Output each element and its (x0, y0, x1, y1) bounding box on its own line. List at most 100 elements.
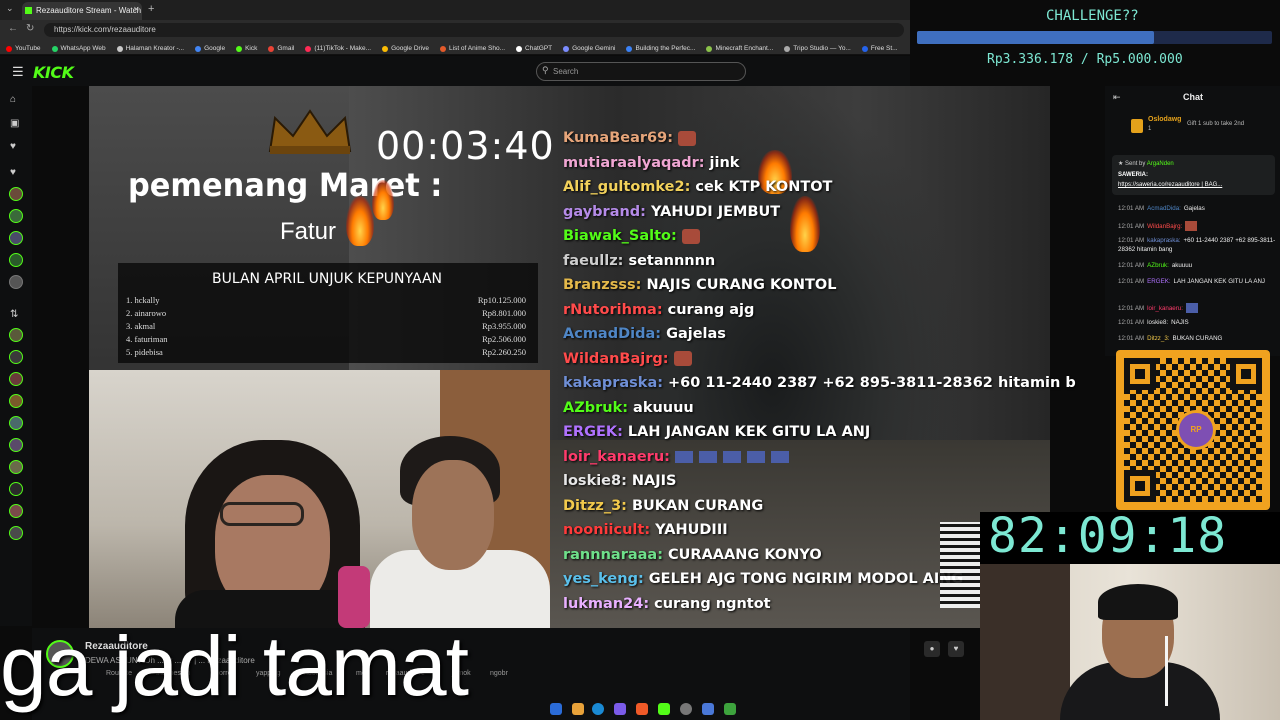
chat-username[interactable]: ERGEK: (1147, 278, 1170, 285)
chat-username[interactable]: Ditzz_3: (1147, 335, 1169, 342)
discord-icon[interactable] (614, 703, 626, 715)
gifter-name[interactable]: Oslodawg (1148, 116, 1181, 123)
tab-search-icon[interactable]: ⌄ (6, 3, 14, 14)
bookmark-favicon-icon (305, 45, 312, 52)
chat-username[interactable]: kakapraska: (1147, 237, 1180, 244)
bookmark-item[interactable]: List of Anime Sho... (434, 40, 510, 54)
chat-username[interactable]: loskie8: (1147, 319, 1168, 326)
new-tab-icon[interactable]: + (148, 3, 154, 15)
overlay-chat-line: KumaBear69: (563, 130, 696, 146)
overlay-chat-user: KumaBear69: (563, 130, 673, 146)
bookmark-item[interactable]: Building the Perfec... (620, 40, 700, 54)
chat-text: LAH JANGAN KEK GITU LA ANJ (1173, 278, 1266, 285)
recommended-channel-avatar[interactable] (9, 526, 23, 540)
overlay-chat-user: Branzsss: (563, 277, 642, 293)
windows-start-icon[interactable] (550, 703, 562, 715)
chat-message[interactable]: 12:01 AM loir_kanaeru: (1118, 303, 1276, 313)
obs-icon[interactable] (680, 703, 692, 715)
back-arrow-icon[interactable]: ← (8, 23, 18, 34)
recommended-channel-avatar[interactable] (9, 350, 23, 364)
bookmark-label: WhatsApp Web (60, 45, 106, 52)
bookmark-item[interactable]: Minecraft Enchant... (700, 40, 778, 54)
tab-close-icon[interactable]: ✕ (133, 5, 140, 14)
leaderboard-amount: Rp8.801.000 (482, 308, 526, 318)
follow-heart-icon[interactable]: ♥ (948, 641, 964, 657)
bookmark-item[interactable]: YouTube (0, 40, 46, 54)
bookmark-item[interactable]: Google Drive (376, 40, 434, 54)
overlay-chat-message: akuuuu (633, 399, 694, 416)
chat-message[interactable]: 12:01 AM kakapraska: +60 11-2440 2387 +62 … (1118, 237, 1276, 254)
gift-leaderboard-text[interactable]: Gift 1 sub to take 2nd (1187, 121, 1244, 127)
url-field[interactable]: https://kick.com/rezaauditore (44, 23, 904, 37)
browse-icon[interactable]: ▣ (10, 118, 19, 129)
overlay-chat-message: NAJIS (631, 473, 677, 489)
bookmark-item[interactable]: WhatsApp Web (46, 40, 111, 54)
following-heart-icon[interactable]: ♥ (10, 141, 16, 152)
overlay-chat-line: Branzsss: NAJIS CURANG KONTOL (563, 277, 836, 293)
home-icon[interactable]: ⌂ (10, 94, 16, 105)
stream-tag[interactable]: ngobr (490, 670, 508, 677)
emote-icon (681, 228, 700, 244)
recommended-channel-avatar[interactable] (9, 416, 23, 430)
followed-channel-avatar[interactable] (9, 231, 23, 245)
overlay-chat-message: NAJIS CURANG KONTOL (646, 277, 837, 293)
followed-channel-avatar[interactable] (9, 187, 23, 201)
recommended-channel-avatar[interactable] (9, 372, 23, 386)
recommended-channel-avatar[interactable] (9, 394, 23, 408)
overlay-chat-line: ERGEK: LAH JANGAN KEK GITU LA ANJ (563, 424, 870, 440)
app-icon[interactable] (724, 703, 736, 715)
recommended-channel-avatar[interactable] (9, 504, 23, 518)
qr-code-small (940, 522, 980, 608)
leaderboard-row: 5. pidebisa Rp2.260.250 (126, 347, 526, 357)
overlay-chat-message: cek KTP KONTOT (695, 179, 833, 195)
chat-username[interactable]: AcmadDida: (1147, 205, 1181, 212)
notification-bell-icon[interactable]: ● (924, 641, 940, 657)
bookmark-item[interactable]: Gmail (262, 40, 299, 54)
recommended-channel-avatar[interactable] (9, 328, 23, 342)
recommended-channel-avatar[interactable] (9, 482, 23, 496)
chat-message[interactable]: 12:01 AM loskie8: NAJIS (1118, 319, 1276, 328)
chat-message[interactable]: 12:01 AM AZbruk: akuuuu (1118, 262, 1276, 271)
followed-channel-avatar[interactable] (9, 209, 23, 223)
chat-message[interactable]: 12:01 AM Ditzz_3: BUKAN CURANG (1118, 335, 1276, 344)
bookmark-item[interactable]: (11)TikTok - Make... (299, 40, 376, 54)
bookmark-label: (11)TikTok - Make... (314, 45, 372, 52)
chat-timestamp: 12:01 AM (1118, 335, 1145, 342)
search-input[interactable]: Search (536, 62, 746, 81)
chat-message[interactable]: 12:01 AM ERGEK: LAH JANGAN KEK GITU LA ANJ (1118, 278, 1276, 287)
followed-channel-avatar[interactable] (9, 275, 23, 289)
leaderboard-name: 4. faturiman (126, 334, 168, 344)
bookmark-item[interactable]: Kick (230, 40, 262, 54)
reload-icon[interactable]: ↻ (26, 23, 34, 34)
pinned-link[interactable]: https://saweria.co/rezaauditore | BAG... (1118, 182, 1222, 188)
collapse-chat-icon[interactable]: ⇤ (1113, 92, 1121, 103)
followed-channel-avatar[interactable] (9, 253, 23, 267)
chat-username[interactable]: AZbruk: (1147, 262, 1169, 269)
bookmark-item[interactable]: Free St... (856, 40, 903, 54)
bookmark-item[interactable]: ChatGPT (510, 40, 557, 54)
kick-app-icon[interactable] (658, 703, 670, 715)
menu-icon[interactable]: ☰ (12, 64, 24, 80)
chat-message[interactable]: 12:01 AM WildanBajrg: (1118, 221, 1276, 231)
overlay-chat-message: jink (709, 154, 740, 171)
chat-username[interactable]: loir_kanaeru: (1147, 305, 1183, 312)
bookmark-item[interactable]: Tripo Studio — Yo... (778, 40, 856, 54)
chat-timestamp: 12:01 AM (1118, 222, 1145, 230)
chat-username[interactable]: WildanBajrg: (1147, 223, 1182, 230)
pinned-label: SAWERIA: (1118, 172, 1148, 178)
app-icon[interactable] (702, 703, 714, 715)
edge-icon[interactable] (592, 703, 604, 715)
recommended-channel-avatar[interactable] (9, 460, 23, 474)
file-explorer-icon[interactable] (572, 703, 584, 715)
bookmark-item[interactable]: Halaman Kreator -... (111, 40, 190, 54)
browser-tab[interactable]: Rezaauditore Stream - Watch (22, 2, 142, 20)
recommended-channel-avatar[interactable] (9, 438, 23, 452)
chat-timestamp: 12:01 AM (1118, 237, 1145, 244)
bookmark-item[interactable]: Google (189, 40, 230, 54)
chat-message[interactable]: 12:01 AM AcmadDida: Gajelas (1118, 205, 1276, 214)
brave-icon[interactable] (636, 703, 648, 715)
following-heart-icon-2[interactable]: ♥ (10, 167, 16, 178)
leaderboard-name: 5. pidebisa (126, 347, 163, 357)
kick-logo[interactable]: KICK (33, 63, 74, 82)
bookmark-item[interactable]: Google Gemini (557, 40, 620, 54)
